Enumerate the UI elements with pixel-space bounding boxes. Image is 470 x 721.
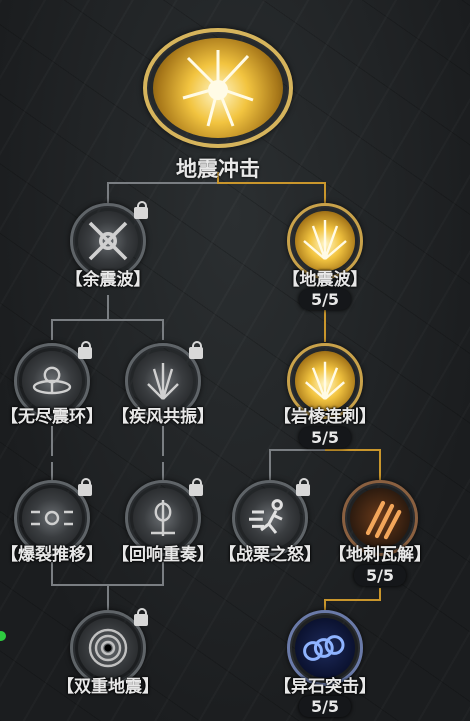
lock-icon [78, 478, 92, 496]
root-skill-node[interactable] [143, 28, 293, 148]
lock-icon [189, 478, 203, 496]
seismic-wave-icon [295, 211, 355, 271]
lock-icon [134, 608, 148, 626]
skill-label: 【地刺瓦解】 [329, 545, 431, 565]
root-skill-label: 地震冲击 [176, 157, 260, 181]
skill-label: 【地震波】 [282, 270, 368, 290]
skill-label: 【双重地震】 [57, 677, 159, 697]
skill-label: 【疾风共振】 [112, 407, 214, 427]
skill-level-count: 5/5 [298, 696, 352, 717]
skill-level-count: 5/5 [298, 427, 352, 448]
lock-icon [78, 341, 92, 359]
echo-reprise-icon [133, 488, 193, 548]
skill-label: 【异石突击】 [274, 677, 376, 697]
skill-level-count: 5/5 [353, 565, 407, 586]
skill-label: 【岩棱连刺】 [274, 407, 376, 427]
skill-label: 【回响重奏】 [112, 545, 214, 565]
lock-icon [134, 201, 148, 219]
skill-level-count: 5/5 [298, 289, 352, 310]
skill-label: 【爆裂推移】 [1, 545, 103, 565]
running-figure-icon [240, 488, 300, 548]
lock-icon [296, 478, 310, 496]
earthquake-burst-icon [153, 38, 283, 138]
claw-slash-icon [350, 488, 410, 548]
burst-push-icon [22, 488, 82, 548]
skill-label: 【余震波】 [65, 270, 151, 290]
lock-icon [189, 341, 203, 359]
skill-label: 【战栗之怒】 [219, 545, 321, 565]
vortex-icon [78, 618, 138, 678]
skill-label: 【无尽震环】 [1, 407, 103, 427]
blue-rings-icon [295, 618, 355, 678]
aftershock-icon [78, 211, 138, 271]
